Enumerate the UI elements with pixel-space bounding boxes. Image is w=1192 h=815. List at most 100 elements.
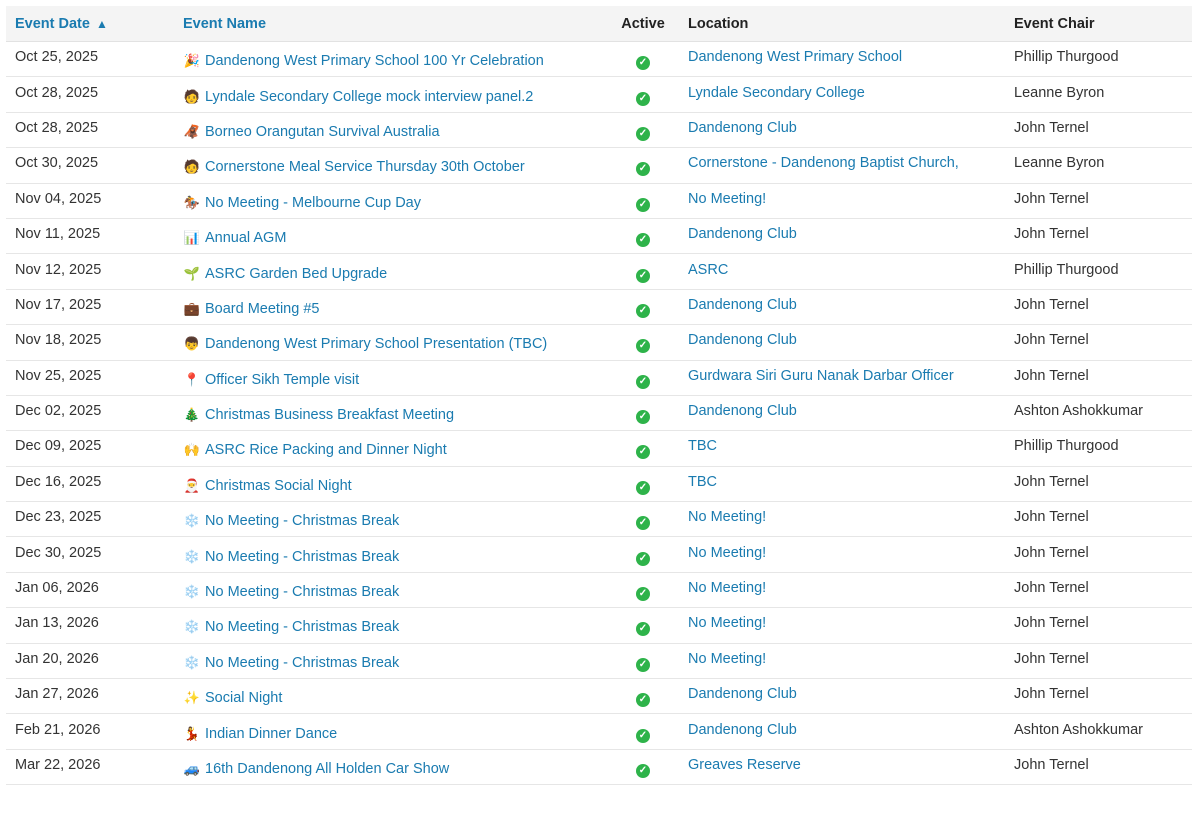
event-name: No Meeting - Christmas Break	[205, 548, 400, 565]
location-link[interactable]: Dandenong Club	[680, 297, 1010, 313]
event-name-link[interactable]: ❄️ No Meeting - Christmas Break	[183, 584, 399, 600]
active-cell: ✓	[606, 225, 680, 248]
location-link[interactable]: ASRC	[680, 262, 1010, 278]
table-row: Oct 25, 2025 🎉 Dandenong West Primary Scho…	[6, 42, 1192, 78]
sort-ascending-icon: ▲	[95, 16, 108, 31]
event-name-link[interactable]: ✨ Social Night	[183, 690, 282, 706]
event-name-cell: 🏇 No Meeting - Melbourne Cup Day	[174, 191, 606, 211]
snowflake-icon: ❄️	[183, 548, 201, 564]
table-row: Nov 11, 2025 📊 Annual AGM ✓ Dandenong Club Jo…	[6, 219, 1192, 255]
location-link[interactable]: Lyndale Secondary College	[680, 85, 1010, 101]
event-name-link[interactable]: 🎉 Dandenong West Primary School 100 Yr Ce…	[183, 53, 544, 69]
active-cell: ✓	[606, 84, 680, 106]
event-chair: Ashton Ashokkumar	[1014, 721, 1143, 738]
table-row: Nov 12, 2025 🌱 ASRC Garden Bed Upgrade ✓ ASR…	[6, 254, 1192, 290]
event-name-link[interactable]: 📊 Annual AGM	[183, 230, 287, 246]
event-date: Nov 18, 2025	[15, 332, 102, 349]
event-name-cell: 🎉 Dandenong West Primary School 100 Yr Ce…	[174, 49, 606, 69]
event-name-link[interactable]: 💼 Board Meeting #5	[183, 300, 320, 317]
raised-hands-icon: 🙌	[183, 442, 201, 458]
active-cell: ✓	[606, 402, 680, 425]
table-row: Dec 16, 2025 🎅 Christmas Social Night ✓ TBC J…	[6, 467, 1192, 503]
active-cell: ✓	[606, 367, 680, 389]
event-name: Officer Sikh Temple visit	[205, 371, 360, 388]
event-name-link[interactable]: 🦧 Borneo Orangutan Survival Australia	[183, 124, 440, 140]
check-circle-icon: ✓	[636, 268, 650, 283]
event-name-link[interactable]: 🌱 ASRC Garden Bed Upgrade	[183, 266, 387, 282]
active-cell: ✓	[606, 119, 680, 141]
location-link[interactable]: Dandenong Club	[680, 226, 1010, 242]
column-header-event-name[interactable]: Event Name	[174, 16, 606, 32]
location-link[interactable]: No Meeting!	[680, 615, 1010, 631]
table-header: Event Date ▲ Event Name Active Location E…	[6, 6, 1192, 42]
event-name-cell: 🎄 Christmas Business Breakfast Meeting	[174, 403, 606, 423]
event-name-cell: ❄️ No Meeting - Christmas Break	[174, 580, 606, 600]
location-link[interactable]: Dandenong Club	[680, 686, 1010, 702]
horse-racing-icon: 🏇	[183, 194, 201, 210]
location-link[interactable]: No Meeting!	[680, 191, 1010, 207]
event-name-link[interactable]: 🙌 ASRC Rice Packing and Dinner Night	[183, 442, 447, 458]
event-name: Dandenong West Primary School Presentati…	[205, 336, 548, 353]
orangutan-icon: 🦧	[183, 123, 201, 139]
event-name-link[interactable]: 🚙 16th Dandenong All Holden Car Show	[183, 761, 449, 777]
check-circle-icon: ✓	[636, 339, 650, 354]
location-link[interactable]: TBC	[680, 474, 1010, 490]
event-name-link[interactable]: ❄️ No Meeting - Christmas Break	[183, 619, 399, 635]
column-header-label: Event Date	[15, 15, 90, 32]
bar-chart-icon: 📊	[183, 230, 201, 246]
location-link[interactable]: Dandenong Club	[680, 332, 1010, 348]
location-link[interactable]: Dandenong West Primary School	[680, 49, 1010, 65]
column-header-event-date[interactable]: Event Date ▲	[6, 16, 174, 32]
event-chair: John Ternel	[1014, 757, 1089, 773]
event-name-link[interactable]: 🎅 Christmas Social Night	[183, 478, 352, 494]
christmas-tree-icon: 🎄	[183, 407, 201, 423]
location-link[interactable]: TBC	[680, 438, 1010, 454]
event-name: Christmas Business Breakfast Meeting	[205, 407, 455, 424]
event-name-link[interactable]: ❄️ No Meeting - Christmas Break	[183, 513, 399, 529]
location-link[interactable]: No Meeting!	[680, 580, 1010, 596]
location-link[interactable]: Greaves Reserve	[680, 757, 1010, 773]
event-date: Oct 28, 2025	[15, 119, 99, 136]
event-name: ASRC Garden Bed Upgrade	[205, 265, 388, 282]
snowflake-icon: ❄️	[183, 654, 201, 670]
event-date: Nov 25, 2025	[15, 367, 102, 384]
location-link[interactable]: Gurdwara Siri Guru Nanak Darbar Officer	[680, 368, 1010, 384]
location-link[interactable]: Dandenong Club	[680, 120, 1010, 136]
location-link[interactable]: Dandenong Club	[680, 722, 1010, 738]
location-link[interactable]: Dandenong Club	[680, 403, 1010, 419]
briefcase-icon: 💼	[183, 300, 201, 316]
event-name-cell: 🚙 16th Dandenong All Holden Car Show	[174, 757, 606, 777]
event-date: Dec 09, 2025	[15, 438, 102, 455]
event-chair: John Ternel	[1014, 509, 1089, 526]
event-chair: John Ternel	[1014, 580, 1089, 597]
location-link[interactable]: No Meeting!	[680, 545, 1010, 561]
active-cell: ✓	[606, 721, 680, 743]
event-name-link[interactable]: ❄️ No Meeting - Christmas Break	[183, 655, 399, 671]
event-name-link[interactable]: 🎄 Christmas Business Breakfast Meeting	[183, 407, 454, 423]
event-name-link[interactable]: 📍 Officer Sikh Temple visit	[183, 372, 359, 388]
check-circle-icon: ✓	[636, 551, 650, 566]
snowflake-icon: ❄️	[183, 584, 201, 600]
event-name-link[interactable]: 🏇 No Meeting - Melbourne Cup Day	[183, 195, 421, 211]
location-link[interactable]: Cornerstone - Dandenong Baptist Church,	[680, 155, 1010, 171]
event-chair: John Ternel	[1014, 544, 1089, 561]
event-date: Jan 13, 2026	[15, 615, 99, 632]
event-name-link[interactable]: 💃 Indian Dinner Dance	[183, 726, 337, 742]
event-name-link[interactable]: 🧑 Cornerstone Meal Service Thursday 30th …	[183, 159, 525, 175]
map-pin-icon: 📍	[183, 371, 201, 387]
event-name: Lyndale Secondary College mock interview…	[205, 88, 534, 105]
column-header-active: Active	[621, 15, 665, 32]
event-name: ASRC Rice Packing and Dinner Night	[205, 442, 447, 459]
location-link[interactable]: No Meeting!	[680, 509, 1010, 525]
event-chair: John Ternel	[1014, 473, 1089, 490]
event-name-link[interactable]: 🧑 Lyndale Secondary College mock intervie…	[183, 89, 533, 105]
event-name-link[interactable]: 👦 Dandenong West Primary School Presentat…	[183, 336, 547, 352]
event-chair: John Ternel	[1014, 190, 1089, 207]
event-date: Dec 16, 2025	[15, 473, 102, 490]
location-link[interactable]: No Meeting!	[680, 651, 1010, 667]
event-name: No Meeting - Christmas Break	[205, 619, 400, 636]
table-row: Dec 09, 2025 🙌 ASRC Rice Packing and Dinne…	[6, 431, 1192, 467]
event-name-cell: 💃 Indian Dinner Dance	[174, 722, 606, 742]
snowflake-icon: ❄️	[183, 619, 201, 635]
event-name-link[interactable]: ❄️ No Meeting - Christmas Break	[183, 549, 399, 565]
